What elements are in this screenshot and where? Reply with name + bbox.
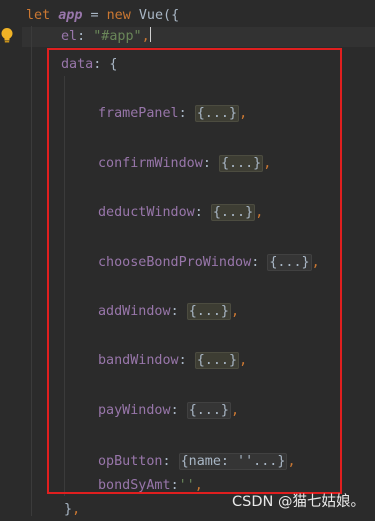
indent-guide [31,26,32,516]
string-app-selector: "#app" [93,29,142,44]
object-close: } [64,502,73,517]
editor-gutter [0,0,22,521]
highlight-box [47,48,342,494]
variable-app: app [58,8,83,23]
property-el: el [61,29,78,44]
vue-constructor: Vue({ [130,8,180,23]
operator-assign: = [82,8,107,23]
code-line-2[interactable]: el: "#app", [61,27,151,47]
watermark: CSDN @猫七姑娘。 [232,494,365,510]
keyword-let: let [26,8,51,23]
comma: , [72,502,81,517]
lightbulb-icon[interactable] [0,27,14,45]
keyword-new: new [106,8,131,23]
code-editor[interactable]: let app = new Vue({ el: "#app", data: { … [0,0,375,521]
code-line-1[interactable]: let app = new Vue({ [26,6,179,26]
colon: : [77,29,94,44]
code-line-close[interactable]: }, [64,500,80,520]
text-caret [149,27,151,42]
comma: , [141,29,150,44]
